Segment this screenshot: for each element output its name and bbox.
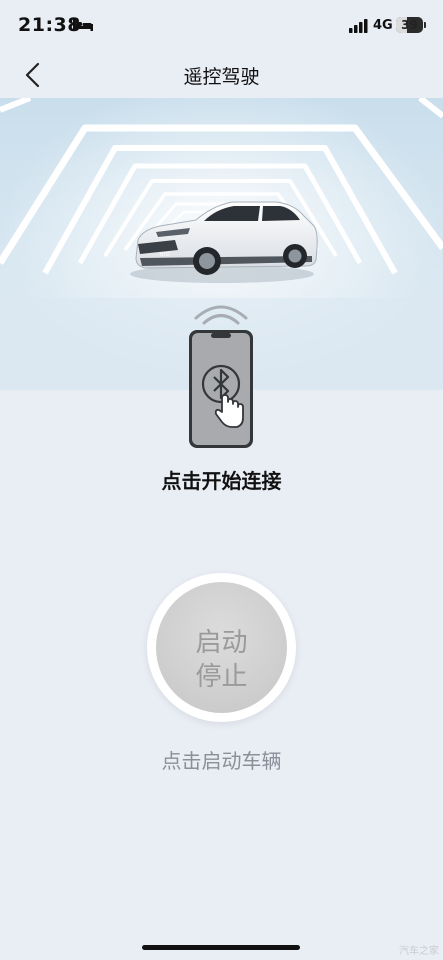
page-title: 遥控驾驶 bbox=[183, 66, 260, 88]
home-indicator[interactable] bbox=[142, 945, 300, 950]
status-time: 21:38 bbox=[18, 14, 81, 36]
phone-bluetooth-tap-icon[interactable] bbox=[186, 298, 256, 450]
start-stop-line1: 启动 bbox=[195, 628, 248, 658]
status-bar: 21:38 4G 39 bbox=[0, 0, 443, 52]
nav-bar: 遥控驾驶 bbox=[0, 52, 443, 98]
battery-percent: 39 bbox=[401, 18, 418, 32]
watermark: 汽车之家 bbox=[399, 946, 439, 957]
start-stop-line2: 停止 bbox=[195, 662, 248, 692]
start-stop-button[interactable]: 启动 停止 bbox=[147, 573, 296, 722]
connect-button[interactable]: 点击开始连接 bbox=[0, 465, 443, 494]
start-stop-button-face[interactable]: 启动 停止 bbox=[156, 582, 287, 713]
battery-icon: 39 bbox=[396, 17, 423, 33]
cellular-signal-icon bbox=[349, 19, 368, 33]
bed-icon bbox=[73, 19, 93, 31]
battery-tip bbox=[424, 22, 426, 28]
start-vehicle-hint: 点击启动车辆 bbox=[161, 749, 282, 773]
network-type: 4G bbox=[373, 18, 393, 33]
car-logo-text: BYD bbox=[160, 252, 170, 258]
